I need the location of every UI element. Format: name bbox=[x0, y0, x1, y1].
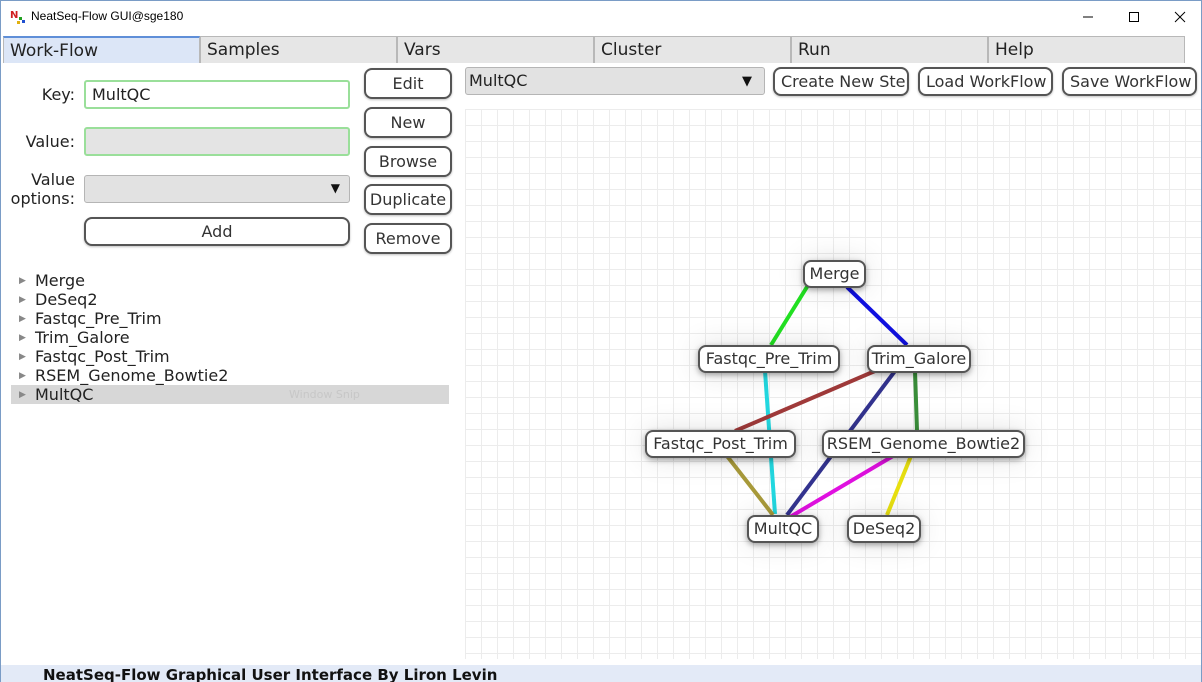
remove-button[interactable]: Remove bbox=[364, 223, 452, 254]
tree-item-fastqc-post-trim[interactable]: ▶ Fastqc_Post_Trim bbox=[11, 347, 449, 366]
expand-arrow-icon[interactable]: ▶ bbox=[11, 295, 35, 305]
value-options-select[interactable]: ▼ bbox=[84, 175, 350, 203]
workflow-graph-canvas[interactable]: Merge Fastqc_Pre_Trim Trim_Galore Fastqc… bbox=[465, 109, 1201, 659]
tree-item-label: RSEM_Genome_Bowtie2 bbox=[35, 366, 229, 385]
node-fastqc-pre-trim[interactable]: Fastqc_Pre_Trim bbox=[698, 345, 840, 373]
tree-item-label: Trim_Galore bbox=[35, 328, 130, 347]
tab-bar: Work-Flow Samples Vars Cluster Run Help bbox=[3, 36, 1185, 63]
duplicate-button[interactable]: Duplicate bbox=[364, 184, 452, 215]
edge-rsem-multqc bbox=[788, 454, 895, 519]
edge-rsem-deseq2 bbox=[885, 455, 913, 516]
edge-fastqc-post-trim-multqc bbox=[725, 454, 775, 517]
expand-arrow-icon[interactable]: ▶ bbox=[11, 371, 35, 381]
tab-help[interactable]: Help bbox=[988, 36, 1185, 63]
dropdown-arrow-icon: ▼ bbox=[330, 181, 340, 195]
value-options-label-line2: options: bbox=[10, 189, 75, 208]
app-logo-icon: N bbox=[10, 10, 25, 24]
maximize-button[interactable] bbox=[1111, 1, 1157, 32]
tree-item-rsem-genome-bowtie2[interactable]: ▶ RSEM_Genome_Bowtie2 bbox=[11, 366, 449, 385]
expand-arrow-icon[interactable]: ▶ bbox=[11, 276, 35, 286]
edge-merge-trim-galore bbox=[845, 285, 909, 347]
node-trim-galore[interactable]: Trim_Galore bbox=[867, 345, 971, 373]
svg-text:N: N bbox=[10, 10, 18, 21]
node-fastqc-post-trim[interactable]: Fastqc_Post_Trim bbox=[645, 430, 796, 458]
tab-run[interactable]: Run bbox=[791, 36, 988, 63]
save-workflow-button[interactable]: Save WorkFlow bbox=[1062, 67, 1197, 96]
node-multqc[interactable]: MultQC bbox=[747, 515, 819, 543]
tab-cluster[interactable]: Cluster bbox=[594, 36, 791, 63]
maximize-icon bbox=[1129, 11, 1139, 22]
expand-arrow-icon[interactable]: ▶ bbox=[11, 352, 35, 362]
value-options-label-line1: Value bbox=[31, 170, 75, 189]
tab-samples[interactable]: Samples bbox=[200, 36, 397, 63]
node-rsem-genome-bowtie2[interactable]: RSEM_Genome_Bowtie2 bbox=[822, 430, 1025, 458]
value-label: Value: bbox=[25, 132, 75, 151]
node-deseq2[interactable]: DeSeq2 bbox=[847, 515, 921, 543]
status-text: NeatSeq-Flow Graphical User Interface By… bbox=[43, 666, 498, 682]
tab-vars[interactable]: Vars bbox=[397, 36, 594, 63]
expand-arrow-icon[interactable]: ▶ bbox=[11, 390, 35, 400]
edge-trim-galore-rsem bbox=[913, 370, 919, 432]
step-select-value: MultQC bbox=[469, 71, 528, 90]
new-button[interactable]: New bbox=[364, 107, 452, 138]
tree-item-label: Fastqc_Post_Trim bbox=[35, 347, 170, 366]
add-button[interactable]: Add bbox=[84, 217, 350, 246]
tree-item-label: DeSeq2 bbox=[35, 290, 98, 309]
key-input[interactable]: MultQC bbox=[84, 80, 350, 109]
graph-edges bbox=[725, 272, 919, 519]
edit-button[interactable]: Edit bbox=[364, 68, 452, 99]
browse-button[interactable]: Browse bbox=[364, 146, 452, 177]
main-window: N NeatSeq-Flow GUI@sge180 Work-Flow Samp… bbox=[0, 0, 1202, 682]
key-label: Key: bbox=[41, 85, 75, 104]
tree-item-merge[interactable]: ▶ Merge bbox=[11, 271, 449, 290]
status-bar: NeatSeq-Flow Graphical User Interface By… bbox=[1, 665, 1201, 682]
tree-item-label: MultQC bbox=[35, 385, 94, 404]
tab-work-flow[interactable]: Work-Flow bbox=[3, 36, 200, 63]
tree-item-multqc[interactable]: ▶ MultQC Window Snip bbox=[11, 385, 449, 404]
value-options-label: Value options: bbox=[7, 170, 75, 208]
close-button[interactable] bbox=[1157, 1, 1202, 32]
tree-item-deseq2[interactable]: ▶ DeSeq2 bbox=[11, 290, 449, 309]
tree-item-label: Merge bbox=[35, 271, 85, 290]
step-tree: ▶ Merge ▶ DeSeq2 ▶ Fastqc_Pre_Trim ▶ Trim_Ga… bbox=[11, 271, 449, 404]
value-input[interactable] bbox=[84, 127, 350, 156]
minimize-button[interactable] bbox=[1065, 1, 1111, 32]
node-merge[interactable]: Merge bbox=[803, 260, 866, 288]
minimize-icon bbox=[1083, 16, 1093, 17]
title-bar: N NeatSeq-Flow GUI@sge180 bbox=[1, 1, 1201, 32]
create-new-step-button[interactable]: Create New Step bbox=[773, 67, 909, 96]
dropdown-arrow-icon: ▼ bbox=[742, 74, 752, 89]
expand-arrow-icon[interactable]: ▶ bbox=[11, 314, 35, 324]
tree-item-trim-galore[interactable]: ▶ Trim_Galore bbox=[11, 328, 449, 347]
window-snip-overlay: Window Snip bbox=[289, 388, 360, 401]
tree-item-label: Fastqc_Pre_Trim bbox=[35, 309, 162, 328]
edge-trim-galore-fastqc-post-trim bbox=[734, 369, 876, 433]
window-title: NeatSeq-Flow GUI@sge180 bbox=[31, 9, 184, 23]
step-select[interactable]: MultQC ▼ bbox=[465, 67, 765, 95]
load-workflow-button[interactable]: Load WorkFlow bbox=[918, 67, 1053, 96]
close-icon bbox=[1174, 11, 1186, 22]
expand-arrow-icon[interactable]: ▶ bbox=[11, 333, 35, 343]
tree-item-fastqc-pre-trim[interactable]: ▶ Fastqc_Pre_Trim bbox=[11, 309, 449, 328]
